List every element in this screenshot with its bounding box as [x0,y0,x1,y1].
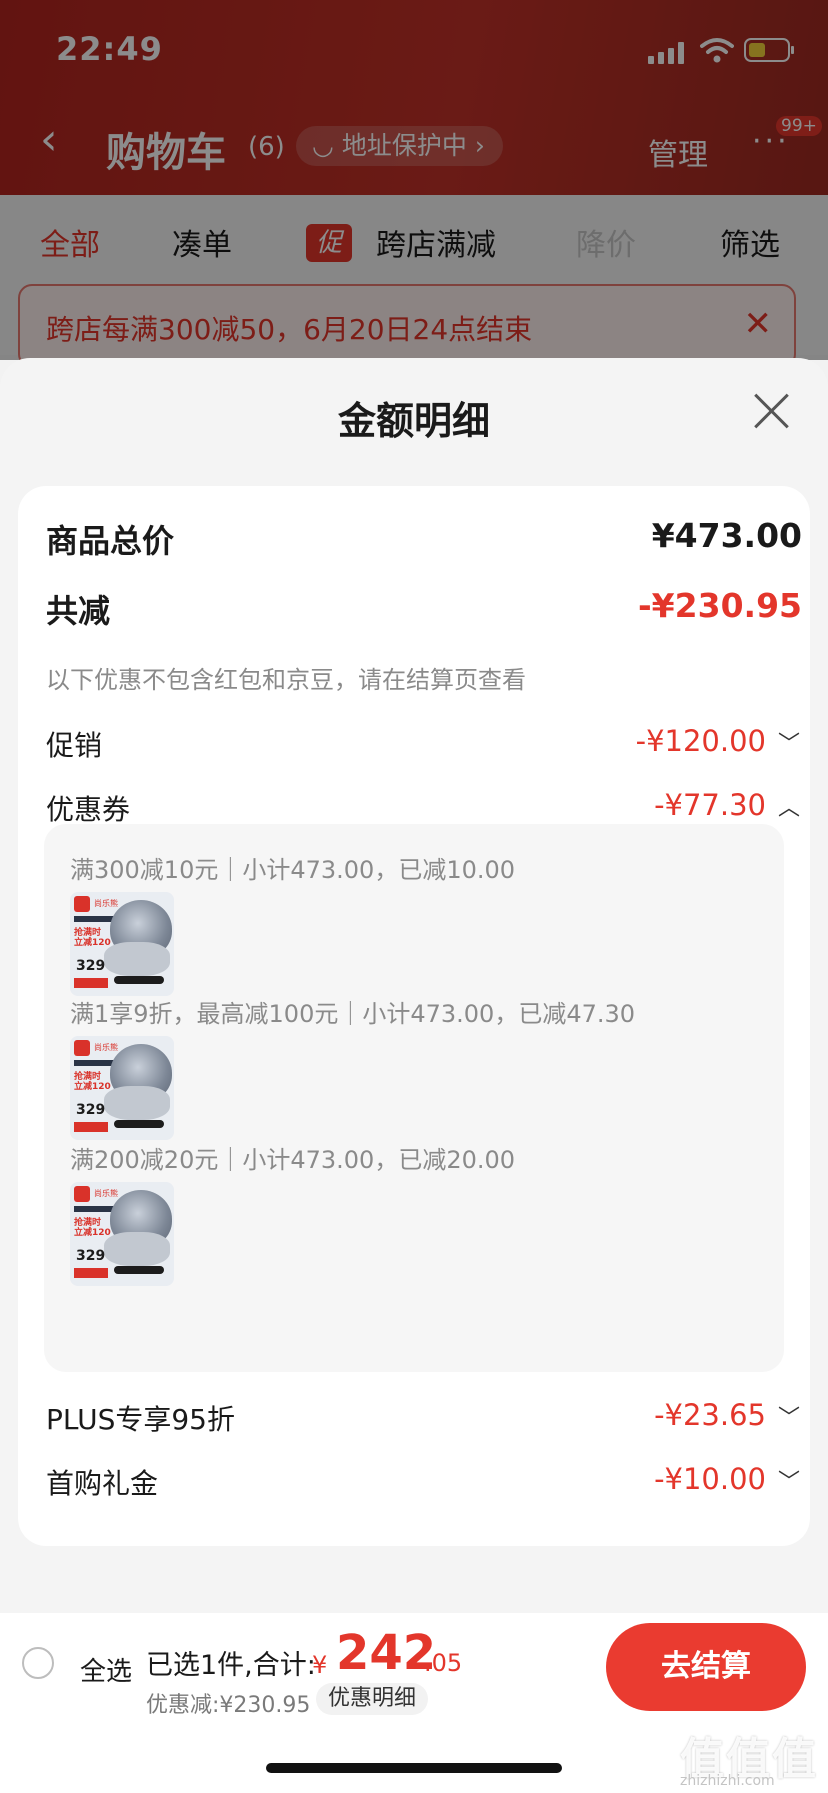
plus-discount-label: PLUS专享95折 [46,1403,235,1436]
first-purchase-label: 首购礼金 [46,1467,159,1500]
chevron-up-icon: ︿ [777,796,800,821]
discount-summary: 优惠减:¥230.95 [146,1693,311,1718]
first-purchase-value: -¥10.00 [654,1462,766,1496]
promotion-label: 促销 [46,729,103,762]
sheet-title: 金额明细 [337,399,490,443]
select-all-label[interactable]: 全选 [80,1651,132,1688]
chevron-down-icon: ﹀ [777,732,800,757]
checkout-button[interactable]: 去结算 [606,1623,806,1711]
selected-summary: 已选1件,合计: [146,1650,316,1681]
plus-discount-value: -¥23.65 [654,1398,766,1432]
coupon-line: 满300减10元｜小计473.00，已减10.00 [70,856,516,884]
row-total-price: 商品总价 ¥473.00 [46,516,802,566]
row-first-purchase[interactable]: 首购礼金 -¥10.00 ﹀ [46,1462,802,1512]
coupon-detail-box: 满300减10元｜小计473.00，已减10.00 尚乐熊 抢满时 立减120 3… [44,824,784,1372]
product-thumbnail: 尚乐熊 抢满时 立减120 329 [70,892,174,996]
checkout-bar: 全选 已选1件,合计: ¥ 242 .05 优惠减:¥230.95 优惠明细 去… [0,1613,828,1793]
select-all-radio[interactable] [22,1647,54,1679]
row-total-reduced: 共减 -¥230.95 [46,586,802,636]
modal-overlay[interactable] [0,0,828,360]
total-reduced-label: 共减 [46,592,111,630]
discount-detail-button[interactable]: 优惠明细 [316,1683,429,1715]
total-price-value: ¥473.00 [651,516,802,555]
home-indicator [266,1763,562,1773]
row-promotion[interactable]: 促销 -¥120.00 ﹀ [46,724,802,774]
total-reduced-value: -¥230.95 [637,586,802,625]
amount-detail-card: 商品总价 ¥473.00 共减 -¥230.95 以下优惠不包含红包和京豆，请在… [18,486,810,1546]
total-amount-decimal: .05 [424,1649,463,1677]
coupon-value: -¥77.30 [654,788,766,822]
total-price-label: 商品总价 [46,522,175,560]
row-plus-discount[interactable]: PLUS专享95折 -¥23.65 ﹀ [46,1398,802,1448]
close-icon[interactable] [750,388,794,432]
discount-note: 以下优惠不包含红包和京豆，请在结算页查看 [46,666,526,694]
coupon-line: 满1享9折，最高减100元｜小计473.00，已减47.30 [70,1000,636,1028]
product-thumbnail: 尚乐熊 抢满时 立减120 329 [70,1182,174,1286]
promotion-value: -¥120.00 [635,724,766,758]
coupon-line: 满200减20元｜小计473.00，已减20.00 [70,1146,516,1174]
total-amount-integer: 242 [336,1625,437,1681]
chevron-down-icon: ﹀ [777,1470,800,1495]
amount-detail-sheet: 金额明细 商品总价 ¥473.00 共减 -¥230.95 以下优惠不包含红包和… [0,358,828,1613]
currency-symbol: ¥ [312,1651,328,1679]
watermark-url: zhizhizhi.com [680,1773,775,1789]
coupon-label: 优惠券 [46,793,131,826]
chevron-down-icon: ﹀ [777,1406,800,1431]
product-thumbnail: 尚乐熊 抢满时 立减120 329 [70,1036,174,1140]
